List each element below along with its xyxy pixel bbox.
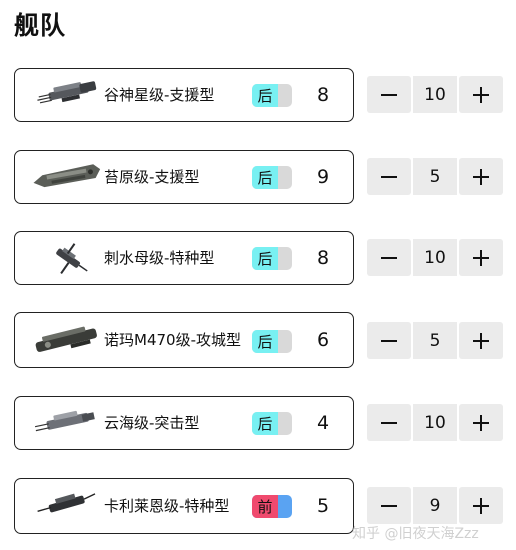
position-badge: 后 xyxy=(252,412,292,435)
minus-icon xyxy=(381,339,397,342)
ship-icon xyxy=(34,410,95,432)
quantity-stepper: 10 xyxy=(367,76,503,113)
quantity-stepper: 10 xyxy=(367,404,503,441)
position-label: 后 xyxy=(257,250,273,268)
decrement-button[interactable] xyxy=(367,76,411,113)
quantity-value[interactable]: 5 xyxy=(413,158,457,195)
ship-name: 诺玛M470级-攻城型 xyxy=(104,330,241,349)
position-label: 后 xyxy=(257,87,273,105)
ship-card[interactable]: 谷神星级-支援型 后 8 xyxy=(14,68,354,122)
position-badge: 后 xyxy=(252,330,292,353)
minus-icon xyxy=(381,93,397,96)
ship-icon xyxy=(33,164,101,188)
position-badge: 后 xyxy=(252,247,292,270)
position-badge: 后 xyxy=(252,84,292,107)
minus-icon xyxy=(381,421,397,424)
plus-icon xyxy=(473,168,489,185)
quantity-stepper: 10 xyxy=(367,239,503,276)
increment-button[interactable] xyxy=(459,158,503,195)
ship-card[interactable]: 云海级-突击型 后 4 xyxy=(14,396,354,450)
quantity-stepper: 5 xyxy=(367,158,503,195)
plus-icon xyxy=(473,497,489,514)
ship-icon xyxy=(37,493,96,513)
plus-icon xyxy=(473,332,489,349)
quantity-value[interactable]: 10 xyxy=(413,404,457,441)
fleet-row: 云海级-突击型 后 4 10 xyxy=(0,396,516,450)
decrement-button[interactable] xyxy=(367,487,411,524)
quantity-value[interactable]: 9 xyxy=(413,487,457,524)
ship-name: 云海级-突击型 xyxy=(104,413,200,432)
position-label: 前 xyxy=(257,498,273,516)
position-label: 后 xyxy=(257,169,273,187)
ship-icon xyxy=(35,326,97,352)
increment-button[interactable] xyxy=(459,404,503,441)
plus-icon xyxy=(473,86,489,103)
fleet-row: 刺水母级-特种型 后 8 10 xyxy=(0,231,516,285)
fleet-row: 谷神星级-支援型 后 8 10 xyxy=(0,68,516,122)
quantity-stepper: 5 xyxy=(367,322,503,359)
increment-button[interactable] xyxy=(459,76,503,113)
page-title: 舰队 xyxy=(14,11,67,40)
position-badge: 前 xyxy=(252,495,292,518)
ship-card[interactable]: 卡利莱恩级-特种型 前 5 xyxy=(14,478,354,534)
ship-cost: 8 xyxy=(316,84,330,106)
ship-cost: 5 xyxy=(316,495,330,517)
decrement-button[interactable] xyxy=(367,158,411,195)
ship-name: 刺水母级-特种型 xyxy=(104,248,215,267)
increment-button[interactable] xyxy=(459,487,503,524)
increment-button[interactable] xyxy=(459,322,503,359)
decrement-button[interactable] xyxy=(367,239,411,276)
ship-name: 卡利莱恩级-特种型 xyxy=(104,496,230,515)
fleet-row: 诺玛M470级-攻城型 后 6 5 xyxy=(0,312,516,368)
minus-icon xyxy=(381,256,397,259)
ship-cost: 4 xyxy=(316,412,330,434)
position-label: 后 xyxy=(257,415,273,433)
plus-icon xyxy=(473,249,489,266)
decrement-button[interactable] xyxy=(367,404,411,441)
watermark: 知乎 @旧夜天海Zzz xyxy=(352,526,479,542)
ship-name: 苔原级-支援型 xyxy=(104,167,200,186)
quantity-value[interactable]: 10 xyxy=(413,76,457,113)
minus-icon xyxy=(381,504,397,507)
ship-icon xyxy=(37,81,97,104)
position-badge: 后 xyxy=(252,166,292,189)
ship-icon xyxy=(56,243,88,274)
ship-card[interactable]: 苔原级-支援型 后 9 xyxy=(14,150,354,204)
increment-button[interactable] xyxy=(459,239,503,276)
ship-cost: 8 xyxy=(316,247,330,269)
ship-card[interactable]: 刺水母级-特种型 后 8 xyxy=(14,231,354,285)
quantity-stepper: 9 xyxy=(367,487,503,524)
ship-cost: 9 xyxy=(316,166,330,188)
position-label: 后 xyxy=(257,333,273,351)
fleet-row: 苔原级-支援型 后 9 5 xyxy=(0,150,516,204)
decrement-button[interactable] xyxy=(367,322,411,359)
ship-card[interactable]: 诺玛M470级-攻城型 后 6 xyxy=(14,312,354,368)
minus-icon xyxy=(381,175,397,178)
ship-name: 谷神星级-支援型 xyxy=(104,85,215,104)
quantity-value[interactable]: 10 xyxy=(413,239,457,276)
plus-icon xyxy=(473,414,489,431)
quantity-value[interactable]: 5 xyxy=(413,322,457,359)
ship-cost: 6 xyxy=(316,329,330,351)
